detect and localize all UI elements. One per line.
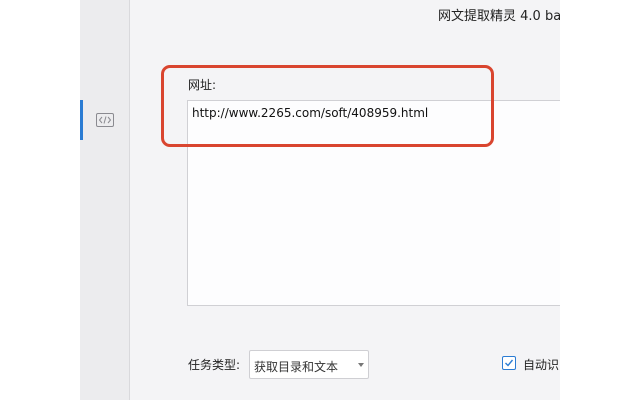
sidebar xyxy=(80,0,130,400)
auto-detect-checkbox[interactable] xyxy=(502,356,516,370)
right-margin xyxy=(560,0,640,400)
task-type-select[interactable]: 获取目录和文本 xyxy=(249,350,369,379)
chevron-down-icon xyxy=(358,363,364,367)
main-panel: 网文提取精灵 4.0 ba 网址: http://www.2265.com/so… xyxy=(130,0,560,400)
task-type-label: 任务类型: xyxy=(188,358,241,372)
left-margin xyxy=(0,0,80,400)
active-indicator xyxy=(80,100,83,140)
task-type-selected-value: 获取目录和文本 xyxy=(254,360,339,374)
window-title: 网文提取精灵 4.0 ba xyxy=(438,9,560,24)
sidebar-item-code[interactable] xyxy=(80,100,130,140)
code-icon xyxy=(96,112,114,127)
auto-detect-label: 自动识 xyxy=(523,358,560,372)
annotation-highlight-box xyxy=(161,65,494,147)
checkmark-icon xyxy=(505,359,514,367)
